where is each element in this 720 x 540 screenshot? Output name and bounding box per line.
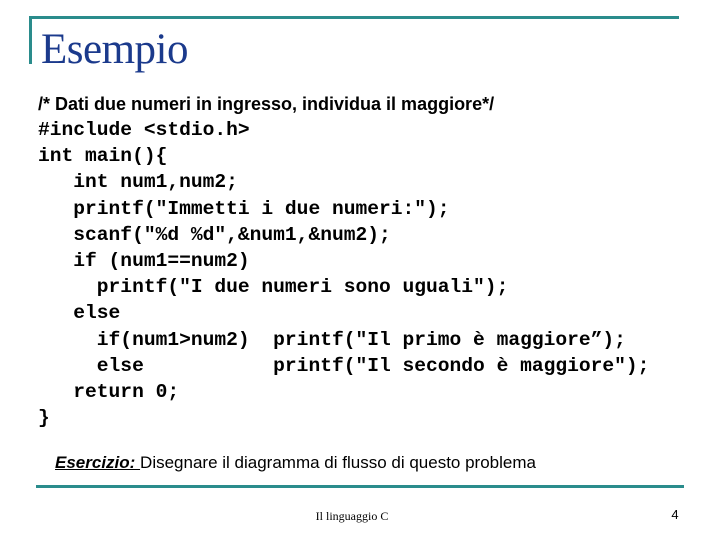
code-line-else-second: else printf("Il secondo è maggiore"); xyxy=(38,354,650,377)
code-line-if-greater: if(num1>num2) printf("Il primo è maggior… xyxy=(38,328,626,351)
bottom-accent-rule xyxy=(36,485,684,488)
code-line-else: else xyxy=(38,302,121,325)
code-line-printf-prompt: printf("Immetti i due numeri:"); xyxy=(38,197,450,220)
code-line-if-equal: if (num1==num2) xyxy=(38,249,250,272)
code-line-include: #include <stdio.h> xyxy=(38,119,250,141)
code-line-return: return 0; xyxy=(38,380,180,403)
exercise-prompt: Esercizio: Disegnare il diagramma di flu… xyxy=(55,452,536,474)
code-comment: /* Dati due numeri in ingresso, individu… xyxy=(38,94,495,114)
exercise-label: Esercizio: xyxy=(55,453,141,472)
code-line-declaration: int num1,num2; xyxy=(38,171,238,194)
exercise-text: Disegnare il diagramma di flusso di ques… xyxy=(140,453,536,472)
left-accent-rule xyxy=(29,16,32,64)
code-line-main: int main(){ xyxy=(38,145,168,168)
footer-title: Il linguaggio C xyxy=(315,509,389,523)
code-line-close-brace: } xyxy=(38,407,50,430)
slide-title: Esempio xyxy=(41,26,188,73)
code-block: #include <stdio.h> int main(){ int num1,n… xyxy=(38,117,649,431)
code-line-scanf: scanf("%d %d",&num1,&num2); xyxy=(38,223,391,246)
top-accent-rule xyxy=(29,16,679,19)
page-number: 4 xyxy=(671,507,679,522)
code-line-printf-equal: printf("I due numeri sono uguali"); xyxy=(38,276,509,299)
